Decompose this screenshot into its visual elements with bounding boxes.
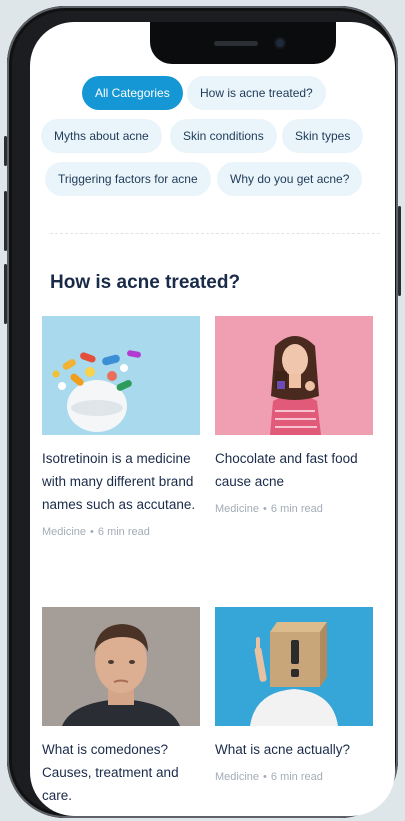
meta-separator: • xyxy=(263,503,267,515)
screen: All Categories How is acne treated? Myth… xyxy=(30,22,395,816)
pills-photo xyxy=(42,316,200,435)
chip-skin-types[interactable]: Skin types xyxy=(282,119,364,153)
article-card[interactable]: Isotretinoin is a medicine with many dif… xyxy=(42,316,200,538)
article-read-time: 6 min read xyxy=(270,503,323,515)
article-meta: Medicine • 6 min read xyxy=(42,526,200,538)
meta-separator: • xyxy=(263,771,267,783)
volume-down-button xyxy=(4,264,7,324)
speaker xyxy=(214,41,258,46)
article-title: Isotretinoin is a medicine with many dif… xyxy=(42,451,196,512)
article-meta: Medicine • 6 min read xyxy=(215,771,373,783)
section-title: How is acne treated? xyxy=(50,272,241,293)
article-category: Medicine xyxy=(215,771,260,783)
phone-frame: All Categories How is acne treated? Myth… xyxy=(4,6,401,818)
woman-chocolate-photo xyxy=(215,316,373,435)
chip-why-do-you-get-acne[interactable]: Why do you get acne? xyxy=(217,162,363,196)
article-card[interactable]: What is acne actually? Medicine • 6 min re… xyxy=(215,607,373,783)
article-title: What is acne actually? xyxy=(215,742,351,757)
article-read-time: 6 min read xyxy=(270,771,323,783)
article-title: Chocolate and fast food cause acne xyxy=(215,451,358,489)
box-head-photo xyxy=(215,607,373,726)
divider xyxy=(50,233,380,234)
chip-how-is-acne-treated[interactable]: How is acne treated? xyxy=(187,76,326,110)
mute-switch xyxy=(4,136,7,166)
article-title: What is comedones? Causes, treatment and… xyxy=(42,742,179,803)
chip-triggering-factors[interactable]: Triggering factors for acne xyxy=(45,162,211,196)
notch xyxy=(150,22,336,64)
meta-separator: • xyxy=(90,526,94,538)
chip-all-categories[interactable]: All Categories xyxy=(82,76,183,110)
young-man-photo xyxy=(42,607,200,726)
volume-up-button xyxy=(4,191,7,251)
chip-myths-about-acne[interactable]: Myths about acne xyxy=(41,119,162,153)
article-category: Medicine xyxy=(42,526,87,538)
article-card[interactable]: What is comedones? Causes, treatment and… xyxy=(42,607,200,816)
article-card[interactable]: Chocolate and fast food cause acne Medic… xyxy=(215,316,373,515)
chip-skin-conditions[interactable]: Skin conditions xyxy=(170,119,277,153)
power-button xyxy=(398,206,401,296)
article-meta: Medicine • 6 min read xyxy=(215,503,373,515)
front-camera xyxy=(274,37,286,49)
article-category: Medicine xyxy=(215,503,260,515)
article-read-time: 6 min read xyxy=(97,526,150,538)
